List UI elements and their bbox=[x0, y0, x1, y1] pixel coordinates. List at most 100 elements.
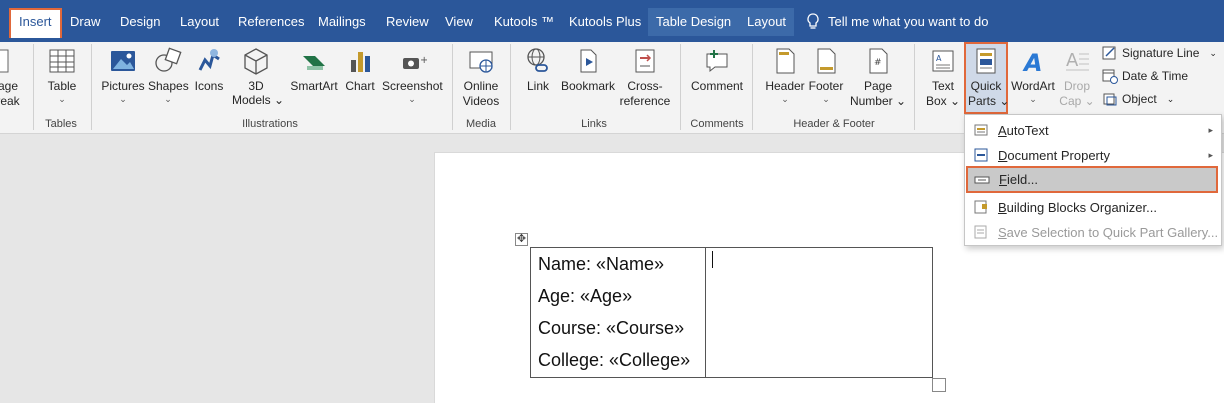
icons-label: Icons bbox=[194, 79, 224, 93]
group-separator bbox=[510, 44, 511, 130]
table-line-college: College: «College» bbox=[538, 350, 691, 370]
icons-button[interactable]: Icons bbox=[193, 46, 225, 94]
menu-item-building-blocks-label: Building Blocks Organizer... bbox=[998, 199, 1157, 215]
tell-me-search[interactable]: Tell me what you want to do bbox=[806, 8, 988, 36]
svg-text:A: A bbox=[1022, 49, 1043, 76]
group-separator bbox=[91, 44, 92, 130]
chart-button[interactable]: Chart bbox=[343, 46, 377, 94]
group-label-links: Links bbox=[581, 118, 607, 130]
svg-text:A: A bbox=[1066, 50, 1079, 71]
footer-icon bbox=[817, 48, 836, 74]
tab-review[interactable]: Review bbox=[378, 8, 437, 36]
text-box-label-2: Box ⌄ bbox=[925, 94, 961, 108]
group-label-media: Media bbox=[466, 118, 496, 130]
tab-kutools[interactable]: Kutools ™ bbox=[486, 8, 562, 36]
menu-item-document-property-label: Document Property bbox=[998, 147, 1110, 163]
tab-insert[interactable]: Insert bbox=[9, 8, 62, 38]
menu-item-save-selection-label: Save Selection to Quick Part Gallery... bbox=[998, 224, 1219, 240]
table-line-age: Age: «Age» bbox=[538, 286, 633, 306]
tab-draw[interactable]: Draw bbox=[62, 8, 108, 36]
text-box-icon: A bbox=[932, 50, 954, 72]
table-resize-handle[interactable] bbox=[932, 378, 946, 392]
bookmark-label: Bookmark bbox=[561, 79, 616, 93]
quick-parts-menu: AutoText ▸ Document Property ▸ Field... … bbox=[964, 114, 1222, 246]
text-box-button[interactable]: A Text Box ⌄ bbox=[925, 46, 961, 109]
menu-item-document-property[interactable]: Document Property ▸ bbox=[965, 142, 1221, 168]
pictures-label: Pictures bbox=[101, 79, 145, 93]
drop-cap-button[interactable]: A Drop Cap ⌄ bbox=[1058, 46, 1096, 109]
tab-view[interactable]: View bbox=[437, 8, 481, 36]
menu-item-autotext[interactable]: AutoText ▸ bbox=[965, 117, 1221, 143]
cross-reference-button[interactable]: Cross- reference bbox=[619, 46, 671, 109]
drop-cap-icon: A bbox=[1066, 50, 1089, 71]
smartart-button[interactable]: SmartArt bbox=[289, 46, 339, 94]
group-label-tables: Tables bbox=[45, 118, 77, 130]
quick-parts-button[interactable]: Quick Parts ⌄ bbox=[964, 42, 1009, 114]
signature-line-icon bbox=[1102, 46, 1116, 60]
shapes-label: Shapes bbox=[148, 79, 189, 93]
page-break-label-1: age bbox=[0, 79, 19, 93]
pictures-icon bbox=[111, 51, 135, 71]
menu-item-building-blocks[interactable]: Building Blocks Organizer... bbox=[965, 194, 1221, 220]
shapes-button[interactable]: Shapes ⌄ bbox=[148, 46, 189, 105]
tab-layout[interactable]: Layout bbox=[172, 8, 227, 36]
tab-mailings[interactable]: Mailings bbox=[310, 8, 374, 36]
tab-design[interactable]: Design bbox=[112, 8, 168, 36]
table-button[interactable]: Table ⌄ bbox=[44, 46, 80, 105]
page-number-icon: # bbox=[869, 48, 888, 74]
header-icon bbox=[776, 48, 795, 74]
footer-label: Footer bbox=[808, 79, 844, 93]
group-separator bbox=[914, 44, 915, 130]
footer-button[interactable]: Footer ⌄ bbox=[806, 46, 846, 105]
comment-button[interactable]: Comment bbox=[689, 46, 745, 94]
page-number-button[interactable]: # Page Number ⌄ bbox=[848, 46, 908, 109]
text-cursor bbox=[712, 251, 713, 268]
link-icon bbox=[527, 48, 548, 72]
submenu-arrow-icon: ▸ bbox=[1208, 124, 1213, 135]
table-line-name: Name: «Name» bbox=[538, 254, 665, 274]
group-separator bbox=[452, 44, 453, 130]
group-separator bbox=[33, 44, 34, 130]
wordart-button[interactable]: A WordArt ⌄ bbox=[1009, 46, 1057, 105]
3d-models-button[interactable]: 3D Models ⌄ bbox=[232, 46, 284, 108]
save-selection-icon bbox=[974, 225, 987, 239]
quick-parts-icon bbox=[976, 48, 996, 74]
date-time-button[interactable]: Date & Time bbox=[1102, 68, 1188, 84]
table-move-handle-icon[interactable]: ✥ bbox=[515, 233, 528, 246]
tab-kutools-plus[interactable]: Kutools Plus bbox=[561, 8, 649, 36]
screenshot-button[interactable]: + Screenshot ⌄ bbox=[382, 46, 443, 105]
table-cell-fields[interactable]: Name: «Name» Age: «Age» Course: «Course»… bbox=[531, 248, 706, 377]
cross-reference-label-1: Cross- bbox=[627, 79, 663, 93]
tab-table-layout[interactable]: Layout bbox=[739, 8, 795, 36]
object-icon bbox=[1103, 93, 1117, 106]
page-number-label-2: Number ⌄ bbox=[849, 94, 907, 108]
menu-item-field[interactable]: Field... bbox=[966, 166, 1218, 193]
table-icon bbox=[49, 49, 75, 73]
chevron-down-icon: ⌄ bbox=[1029, 94, 1037, 104]
merge-table[interactable]: Name: «Name» Age: «Age» Course: «Course»… bbox=[530, 247, 933, 378]
3d-models-label-1: 3D bbox=[248, 79, 264, 93]
table-label: Table bbox=[47, 79, 77, 93]
header-button[interactable]: Header ⌄ bbox=[764, 46, 806, 105]
online-video-icon bbox=[469, 51, 493, 73]
wordart-icon: A bbox=[1022, 49, 1043, 76]
page-break-icon bbox=[0, 49, 9, 73]
svg-text:+: + bbox=[420, 55, 427, 66]
group-label-comments: Comments bbox=[690, 118, 744, 130]
table-cell-empty[interactable] bbox=[706, 248, 932, 377]
pictures-button[interactable]: Pictures ⌄ bbox=[100, 46, 146, 105]
link-button[interactable]: Link bbox=[522, 46, 554, 94]
bookmark-button[interactable]: Bookmark bbox=[561, 46, 615, 94]
online-videos-button[interactable]: Online Videos bbox=[460, 46, 502, 109]
comment-icon bbox=[706, 50, 728, 73]
chevron-down-icon: ⌄ bbox=[58, 94, 66, 104]
group-separator bbox=[752, 44, 753, 130]
chart-label: Chart bbox=[345, 79, 375, 93]
tab-table-design[interactable]: Table Design bbox=[648, 8, 740, 36]
page-break-button[interactable]: age reak bbox=[0, 46, 20, 109]
tab-references[interactable]: References bbox=[230, 8, 312, 36]
online-videos-label-2: Videos bbox=[462, 94, 500, 108]
chart-icon bbox=[351, 52, 370, 72]
object-button[interactable]: Object ⌄ bbox=[1102, 91, 1174, 107]
signature-line-button[interactable]: Signature Line ⌄ bbox=[1102, 45, 1217, 61]
